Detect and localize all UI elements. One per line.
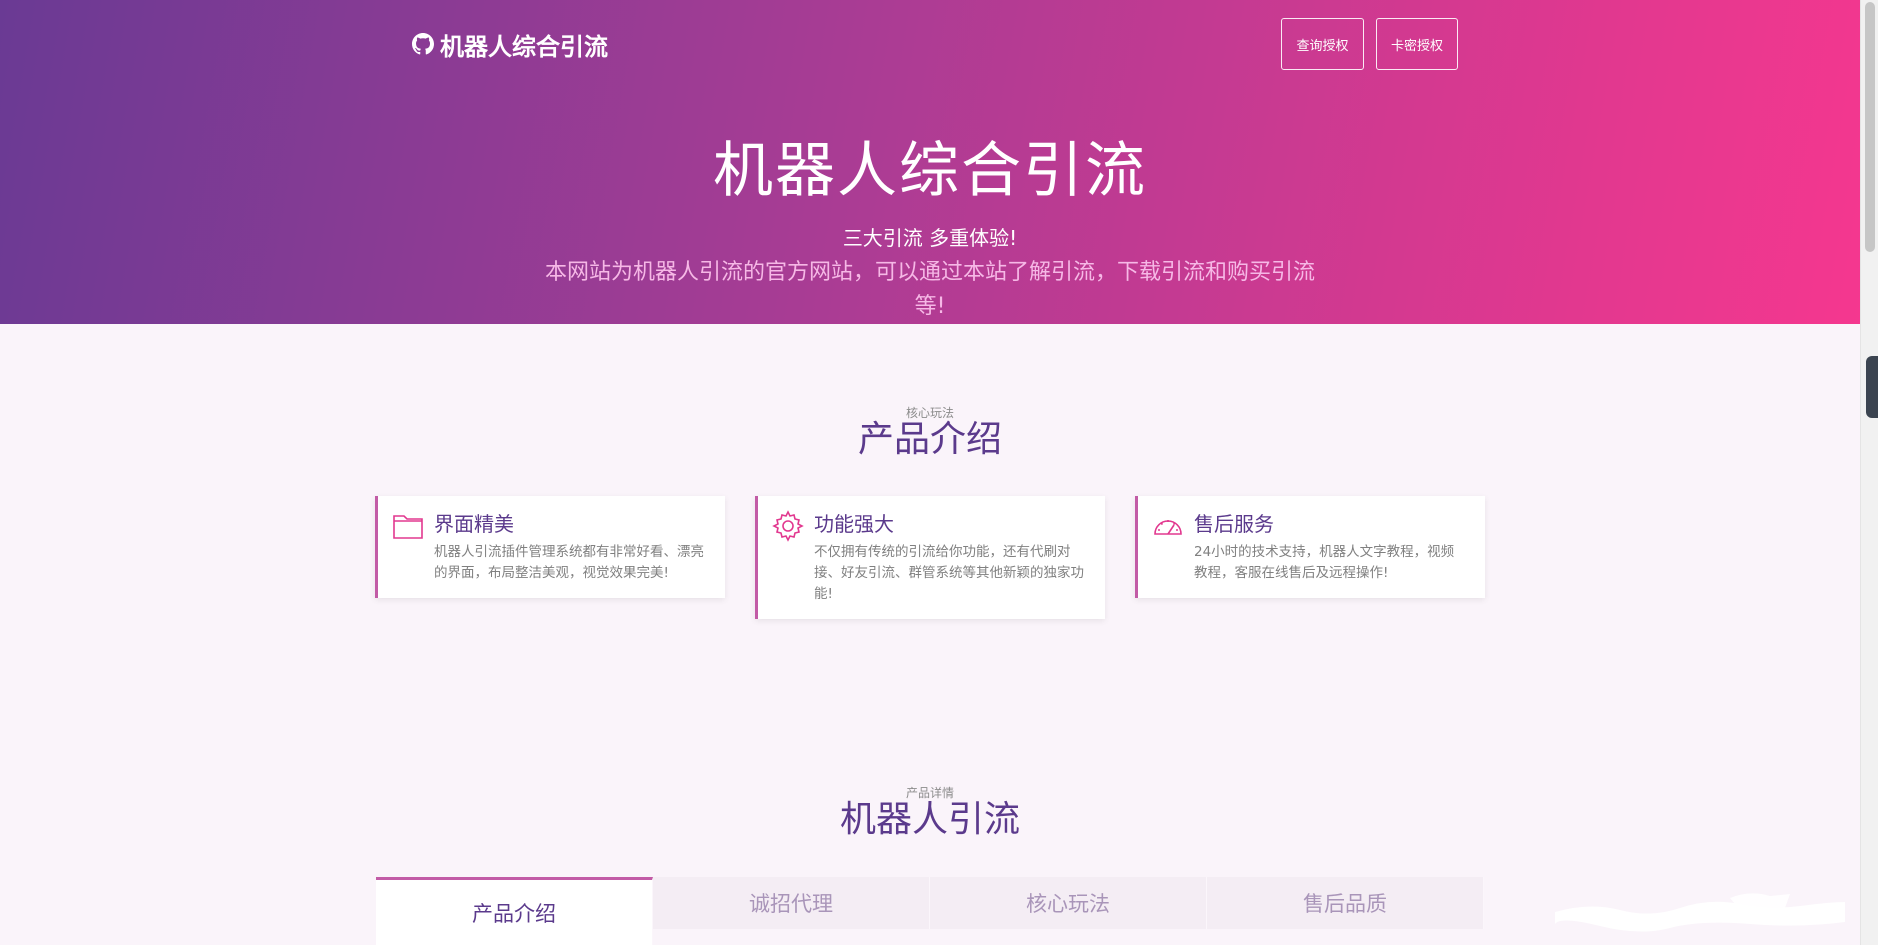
card-license-button[interactable]: 卡密授权 <box>1376 18 1458 70</box>
brand-name: 机器人综合引流 <box>440 32 608 61</box>
page: 机器人综合引流 查询授权 卡密授权 机器人综合引流 三大引流 多重体验! 本网站… <box>0 0 1878 945</box>
speedometer-icon <box>1154 520 1182 535</box>
hero-subtitle: 三大引流 多重体验! <box>842 226 1018 250</box>
feature-title: 售后服务 <box>1194 512 1274 536</box>
feature-text: 24小时的技术支持，机器人文字教程，视频教程，客服在线售后及远程操作! <box>1194 544 1455 581</box>
scrollbar-thumb[interactable] <box>1865 2 1875 252</box>
tab-core-gameplay[interactable]: 核心玩法 <box>930 877 1207 929</box>
feature-card-service: 售后服务 24小时的技术支持，机器人文字教程，视频教程，客服在线售后及远程操作! <box>1135 496 1485 598</box>
features-title: 产品介绍 <box>857 419 1002 460</box>
tab-product-intro[interactable]: 产品介绍 <box>376 877 653 945</box>
hero-banner: 机器人综合引流 查询授权 卡密授权 机器人综合引流 三大引流 多重体验! 本网站… <box>0 0 1860 324</box>
product-tabs: 产品介绍 诚招代理 核心玩法 售后品质 <box>376 877 1484 945</box>
feature-title: 功能强大 <box>814 512 894 536</box>
brand-logo[interactable]: 机器人综合引流 <box>412 28 608 61</box>
watermark-graphic <box>1555 893 1845 932</box>
hero-title: 机器人综合引流 <box>713 136 1147 206</box>
side-widget[interactable] <box>1866 356 1878 418</box>
folder-icon <box>393 515 423 539</box>
feature-card-power: 功能强大 不仅拥有传统的引流给你功能，还有代刷对接、好友引流、群管系统等其他新颖… <box>755 496 1105 619</box>
feature-text: 机器人引流插件管理系统都有非常好看、漂亮的界面，布局整洁美观，视觉效果完美! <box>434 544 704 581</box>
hero-description: 本网站为机器人引流的官方网站，可以通过本站了解引流，下载引流和购买引流等! <box>544 260 1315 319</box>
page-scrollbar[interactable] <box>1860 0 1878 945</box>
query-license-button[interactable]: 查询授权 <box>1281 18 1364 70</box>
tab-after-sales[interactable]: 售后品质 <box>1207 877 1484 929</box>
feature-card-design: 界面精美 机器人引流插件管理系统都有非常好看、漂亮的界面，布局整洁美观，视觉效果… <box>375 496 725 598</box>
feature-title: 界面精美 <box>434 512 514 536</box>
details-title: 机器人引流 <box>839 799 1020 840</box>
github-icon <box>412 33 434 55</box>
gear-icon <box>772 510 804 542</box>
feature-text: 不仅拥有传统的引流给你功能，还有代刷对接、好友引流、群管系统等其他新颖的独家功能… <box>814 544 1084 602</box>
tab-agent-recruit[interactable]: 诚招代理 <box>653 877 930 929</box>
